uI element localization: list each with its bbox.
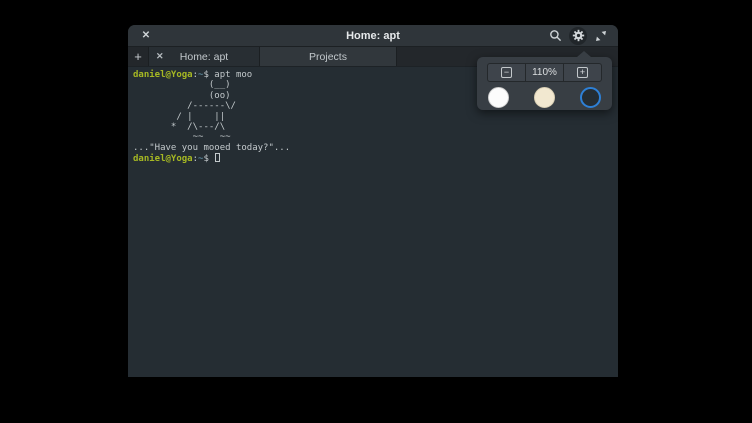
close-icon: ✕ [142, 30, 150, 41]
terminal-cursor [215, 153, 220, 162]
window-title: Home: apt [128, 30, 618, 42]
zoom-in-button[interactable]: + [563, 64, 601, 81]
window-close-button[interactable]: ✕ [138, 28, 154, 44]
settings-button[interactable] [569, 27, 587, 45]
prompt-dollar: $ [203, 70, 214, 80]
zoom-control: − 110% + [487, 63, 602, 82]
tab-close-icon[interactable]: ✕ [156, 51, 164, 62]
titlebar: ✕ Home: apt [128, 25, 618, 47]
theme-selector [477, 82, 612, 108]
moo-message: ..."Have you mooed today?"... [133, 143, 618, 153]
theme-sepia-swatch[interactable] [534, 87, 555, 108]
theme-light-swatch[interactable] [488, 87, 509, 108]
cow-art-line: / | || [133, 112, 618, 122]
command-text: apt moo [214, 70, 252, 80]
titlebar-actions [546, 27, 618, 45]
tab-home-apt[interactable]: ✕ Home: apt [149, 47, 260, 66]
desktop: ✕ Home: apt [0, 0, 752, 423]
zoom-in-icon: + [577, 67, 588, 78]
prompt-user-host: daniel@Yoga [133, 154, 193, 164]
prompt-dollar: $ [203, 154, 214, 164]
zoom-out-button[interactable]: − [488, 64, 526, 81]
fullscreen-button[interactable] [592, 27, 610, 45]
settings-popover: − 110% + [477, 57, 612, 110]
new-tab-button[interactable]: + [128, 47, 149, 66]
cow-art-line: * /\---/\ [133, 122, 618, 132]
resize-expand-icon [595, 30, 607, 42]
prompt-user-host: daniel@Yoga [133, 70, 193, 80]
terminal-window: ✕ Home: apt [128, 25, 618, 377]
search-icon [549, 29, 562, 42]
zoom-out-icon: − [501, 67, 512, 78]
plus-icon: + [134, 49, 142, 64]
tab-label: Home: apt [149, 51, 259, 63]
cow-art-line: ~~ ~~ [133, 132, 618, 142]
tab-label: Projects [260, 51, 396, 63]
tab-projects[interactable]: Projects [260, 47, 397, 66]
gear-icon [572, 29, 585, 42]
theme-dark-swatch-selected[interactable] [580, 87, 601, 108]
terminal-screen[interactable]: daniel@Yoga:~$ apt moo (__) (oo) /------… [128, 67, 618, 377]
search-button[interactable] [546, 27, 564, 45]
zoom-level: 110% [526, 64, 563, 81]
terminal-prompt-line: daniel@Yoga:~$ [133, 153, 618, 164]
